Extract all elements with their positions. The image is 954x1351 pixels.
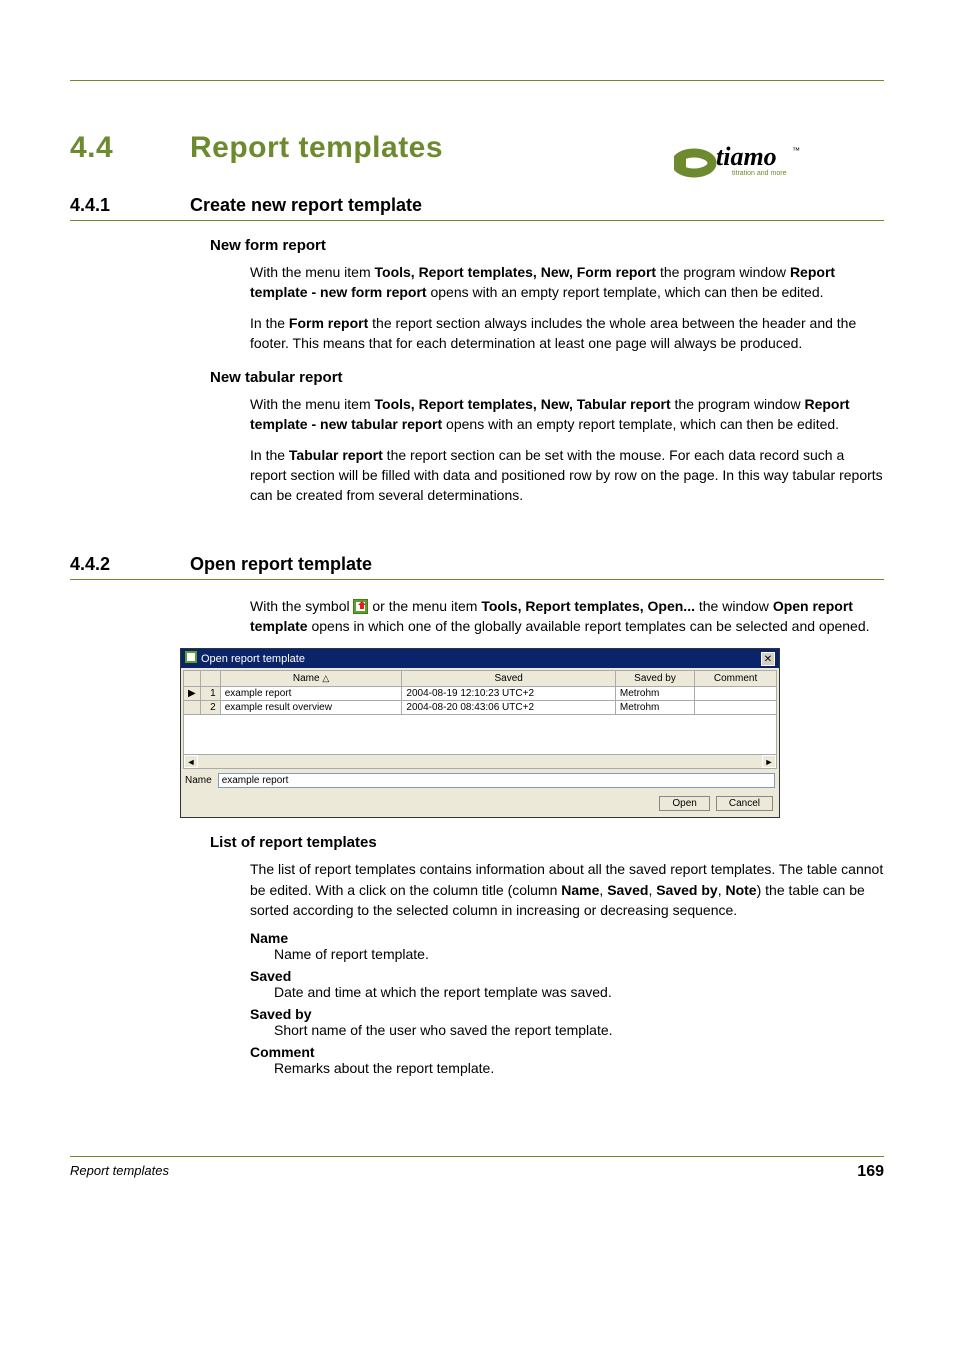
paragraph: The list of report templates contains in… xyxy=(250,859,884,920)
def-term-savedby: Saved by xyxy=(250,1006,884,1022)
svg-text:™: ™ xyxy=(792,146,800,155)
open-button[interactable]: Open xyxy=(659,796,709,811)
dialog-app-icon xyxy=(185,651,197,666)
definition-list: Name Name of report template. Saved Date… xyxy=(250,930,884,1076)
column-comment[interactable]: Comment xyxy=(695,671,777,687)
table-row[interactable]: 2 example result overview 2004-08-20 08:… xyxy=(184,701,777,715)
subheading-new-tabular-report: New tabular report xyxy=(210,369,884,386)
section-heading-4-4-1: 4.4.1Create new report template xyxy=(70,195,884,221)
table-row[interactable]: ▶ 1 example report 2004-08-19 12:10:23 U… xyxy=(184,687,777,701)
templates-table: Name △ Saved Saved by Comment ▶ 1 exampl… xyxy=(183,670,777,715)
def-term-name: Name xyxy=(250,930,884,946)
column-savedby[interactable]: Saved by xyxy=(615,671,694,687)
def-term-comment: Comment xyxy=(250,1044,884,1060)
def-desc-savedby: Short name of the user who saved the rep… xyxy=(274,1022,884,1038)
def-desc-name: Name of report template. xyxy=(274,946,884,962)
footer-page-number: 169 xyxy=(857,1163,884,1181)
name-label: Name xyxy=(185,775,212,786)
open-template-icon xyxy=(353,599,368,614)
subheading-new-form-report: New form report xyxy=(210,237,884,254)
brand-text: tiamo xyxy=(716,142,777,171)
scroll-left-icon[interactable]: ◄ xyxy=(184,755,198,768)
open-report-template-dialog: Open report template ✕ Name △ Saved Save… xyxy=(180,648,780,818)
brand-tagline: titration and more xyxy=(732,170,787,177)
dialog-titlebar: Open report template ✕ xyxy=(181,649,779,668)
paragraph: With the symbol or the menu item Tools, … xyxy=(250,596,884,637)
brand-logo: tiamo ™ titration and more xyxy=(674,141,804,184)
page-footer: Report templates 169 xyxy=(70,1156,884,1181)
cancel-button[interactable]: Cancel xyxy=(716,796,773,811)
def-desc-comment: Remarks about the report template. xyxy=(274,1060,884,1076)
subheading-list-of-report-templates: List of report templates xyxy=(210,834,884,851)
table-empty-area xyxy=(183,715,777,755)
column-name[interactable]: Name △ xyxy=(220,671,402,687)
sort-asc-icon: △ xyxy=(322,673,329,683)
def-term-saved: Saved xyxy=(250,968,884,984)
def-desc-saved: Date and time at which the report templa… xyxy=(274,984,884,1000)
section-heading-4-4-2: 4.4.2Open report template xyxy=(70,554,884,580)
paragraph: In the Form report the report section al… xyxy=(250,313,884,354)
row-pointer-icon: ▶ xyxy=(184,687,201,701)
paragraph: In the Tabular report the report section… xyxy=(250,445,884,506)
column-saved[interactable]: Saved xyxy=(402,671,615,687)
horizontal-scrollbar[interactable]: ◄ ► xyxy=(183,755,777,769)
paragraph: With the menu item Tools, Report templat… xyxy=(250,262,884,303)
close-icon[interactable]: ✕ xyxy=(761,652,775,666)
footer-section: Report templates xyxy=(70,1163,169,1181)
dialog-title: Open report template xyxy=(201,653,305,665)
scroll-right-icon[interactable]: ► xyxy=(762,755,776,768)
name-input[interactable] xyxy=(218,773,775,788)
table-header-row: Name △ Saved Saved by Comment xyxy=(184,671,777,687)
paragraph: With the menu item Tools, Report templat… xyxy=(250,394,884,435)
